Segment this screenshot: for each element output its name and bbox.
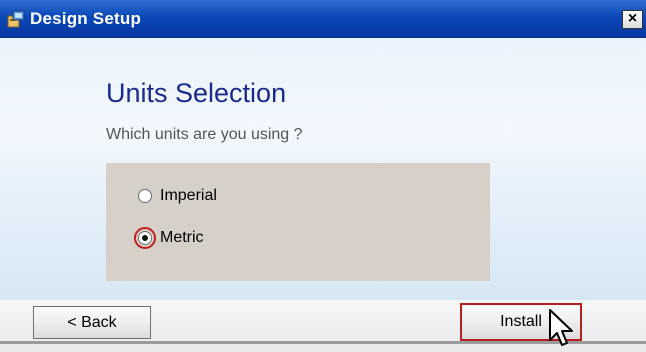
metric-radio[interactable] bbox=[138, 231, 152, 245]
window-title: Design Setup bbox=[30, 9, 142, 28]
units-question: Which units are you using ? bbox=[106, 126, 303, 143]
close-icon: × bbox=[627, 10, 638, 27]
imperial-label[interactable]: Imperial bbox=[160, 187, 217, 205]
imperial-radio[interactable] bbox=[138, 189, 152, 203]
back-button[interactable]: < Back bbox=[33, 306, 151, 339]
mouse-pointer-icon bbox=[549, 309, 573, 346]
close-button[interactable]: × bbox=[622, 10, 643, 29]
setup-window: Design Setup × Units Selection Which uni… bbox=[0, 0, 646, 352]
units-options-panel: Imperial Metric bbox=[106, 163, 490, 281]
page-heading: Units Selection bbox=[106, 78, 287, 108]
title-bar: Design Setup × bbox=[0, 0, 646, 38]
metric-label[interactable]: Metric bbox=[160, 229, 204, 247]
setup-app-icon bbox=[7, 10, 25, 28]
